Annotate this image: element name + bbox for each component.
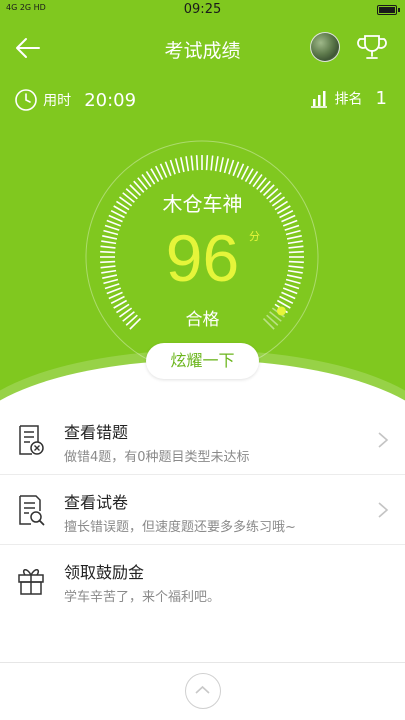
list-item-title: 领取鼓励金 [64,563,145,582]
clock-icon [15,89,37,111]
list-item-subtitle: 做错4题，有0种题目类型未达标 [64,450,250,465]
list-item-subtitle: 学车辛苦了，来个福利吧。 [64,590,221,605]
gauge-tick [164,161,172,177]
list-item-title: 查看错题 [64,423,129,442]
rank-label: 排名 [334,91,363,108]
gauge-tick [232,161,240,177]
time-value: 20:09 [84,89,137,111]
list-item-title: 查看试卷 [64,493,129,512]
page-title: 考试成绩 [164,40,241,62]
gauge-tick [195,155,199,171]
gauge-tick [185,156,190,172]
gauge-tick [205,155,209,171]
time-used: 用时 20:09 [14,88,136,114]
wrong-questions-icon [19,425,44,455]
status-time: 09:25 [183,2,222,17]
gauge-tick [223,158,230,174]
divider [0,662,405,663]
time-label: 用时 [43,93,72,109]
gauge-tick [180,157,185,173]
share-button[interactable]: 炫耀一下 [146,343,259,379]
chevron-right-icon [378,432,389,448]
scroll-up-button[interactable] [185,673,221,709]
action-list: 查看错题 做错4题，有0种题目类型未达标 查看试卷 擅长错误题，但速度题还要多多… [0,405,405,615]
exam-paper-icon [19,495,45,526]
gauge-tick [228,159,235,175]
chevron-up-icon [195,685,210,694]
gauge-tick [190,155,194,171]
status-bar: 4G 2G HD 09:25 [0,0,405,20]
bar-chart-icon [311,90,328,108]
list-item-subtitle: 擅长错误题，但速度题还要多多练习哦~ [64,520,296,535]
gauge-tick [214,156,219,172]
score-unit: 分 [249,230,260,243]
avatar[interactable] [310,32,340,62]
gauge-tick [174,158,181,174]
rank: 排名 1 [309,88,387,114]
gauge-tick [159,163,168,178]
gauge-tick [219,157,224,173]
rank-value: 1 [375,88,387,109]
trophy-icon[interactable] [356,31,388,63]
navigation-bar: 考试成绩 [0,26,405,70]
list-item[interactable]: 领取鼓励金 学车辛苦了，来个福利吧。 [0,545,405,615]
score-value: 96 [165,221,240,295]
list-item[interactable]: 查看错题 做错4题，有0种题目类型未达标 [0,405,405,475]
gauge-tick [169,159,176,175]
chevron-right-icon [378,502,389,518]
battery-icon [377,5,400,15]
pass-status: 合格 [185,310,220,330]
gauge-tick [236,163,245,178]
user-title: 木仓车神 [162,192,243,216]
gauge-tick [210,155,214,171]
gift-icon [18,569,44,595]
list-item[interactable]: 查看试卷 擅长错误题，但速度题还要多多练习哦~ [0,475,405,545]
